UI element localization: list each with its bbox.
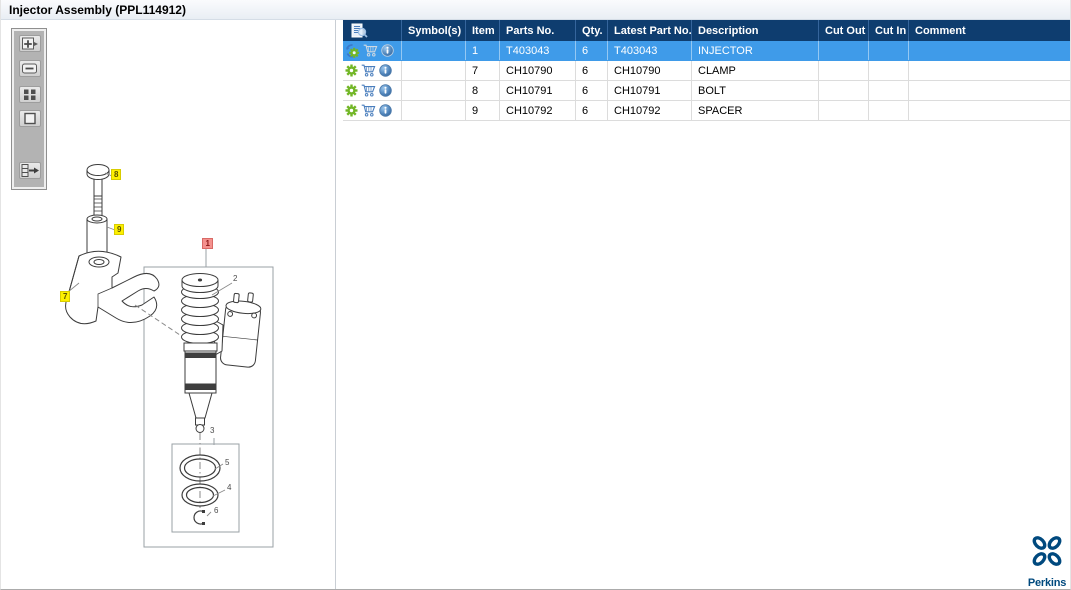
add-to-cart-icon[interactable] — [361, 104, 376, 117]
part-info-icon[interactable] — [379, 104, 392, 117]
column-header-cut-in: Cut In — [868, 20, 908, 41]
toggle-panel-button[interactable] — [19, 162, 41, 179]
cell-cut-in — [868, 41, 908, 60]
cell-symbols — [401, 41, 465, 60]
select-part-gear-icon[interactable] — [345, 64, 358, 77]
cell-cut-out — [818, 101, 868, 120]
row-tools-cell — [343, 61, 401, 80]
table-row[interactable]: 7 CH10790 6 CH10790 CLAMP — [343, 61, 1070, 81]
callout-5[interactable]: 5 — [225, 458, 229, 467]
callout-7[interactable]: 7 — [60, 291, 71, 302]
callout-3[interactable]: 3 — [210, 426, 214, 435]
zoom-out-button[interactable] — [19, 60, 41, 77]
diagram-panel: 8 9 7 1 2 3 5 4 6 — [1, 20, 336, 589]
column-header-item: Item — [465, 20, 499, 41]
add-to-cart-icon[interactable] — [363, 44, 378, 57]
part-info-icon[interactable] — [381, 44, 394, 57]
fit-page-icon — [24, 112, 36, 125]
cell-item: 1 — [465, 41, 499, 60]
fit-page-button[interactable] — [19, 110, 41, 127]
column-header-qty: Qty. — [575, 20, 607, 41]
perkins-logo-icon — [1032, 536, 1062, 566]
add-to-cart-icon[interactable] — [361, 84, 376, 97]
toggle-panel-icon — [21, 164, 39, 177]
perkins-logo: Perkins — [1025, 533, 1069, 589]
row-tools-cell — [343, 81, 401, 100]
exploded-parts-drawing — [65, 164, 274, 548]
cell-symbols — [401, 101, 465, 120]
column-header-description: Description — [691, 20, 818, 41]
table-header-row: Symbol(s) Item Parts No. Qty. Latest Par… — [343, 20, 1070, 41]
add-to-cart-icon[interactable] — [361, 64, 376, 77]
cell-parts-no: CH10791 — [499, 81, 575, 100]
cell-cut-out — [818, 61, 868, 80]
zoom-region-icon — [24, 89, 36, 100]
cell-item: 9 — [465, 101, 499, 120]
page-title: Injector Assembly (PPL114912) — [9, 3, 186, 17]
cell-cut-in — [868, 61, 908, 80]
cell-qty: 6 — [575, 41, 607, 60]
callout-4[interactable]: 4 — [227, 483, 231, 492]
table-row[interactable]: 9 CH10792 6 CH10792 SPACER — [343, 101, 1070, 121]
titlebar: Injector Assembly (PPL114912) — [1, 0, 1070, 20]
table-row[interactable]: 8 CH10791 6 CH10791 BOLT — [343, 81, 1070, 101]
cell-latest-part-no: CH10791 — [607, 81, 691, 100]
row-tools-cell — [343, 41, 401, 60]
cell-description: CLAMP — [691, 61, 818, 80]
cell-symbols — [401, 61, 465, 80]
callout-9[interactable]: 9 — [114, 224, 125, 235]
image-view-icon[interactable] — [351, 23, 368, 39]
cell-item: 7 — [465, 61, 499, 80]
cell-description: BOLT — [691, 81, 818, 100]
column-header-symbols: Symbol(s) — [401, 20, 465, 41]
cell-latest-part-no: CH10790 — [607, 61, 691, 80]
callout-6[interactable]: 6 — [214, 506, 218, 515]
callout-2[interactable]: 2 — [233, 274, 237, 283]
part-info-icon[interactable] — [379, 84, 392, 97]
parts-catalog-window: Injector Assembly (PPL114912) 8 9 7 1 2 … — [0, 0, 1071, 590]
cell-cut-in — [868, 101, 908, 120]
column-header-cut-out: Cut Out — [818, 20, 868, 41]
cell-latest-part-no: T403043 — [607, 41, 691, 60]
column-header-tools — [343, 20, 401, 41]
zoom-in-button[interactable] — [19, 35, 41, 52]
column-header-comment: Comment — [908, 20, 1070, 41]
cell-comment — [908, 41, 1070, 60]
row-tools-cell — [343, 101, 401, 120]
select-part-gear-icon[interactable] — [345, 43, 360, 58]
column-header-parts-no: Parts No. — [499, 20, 575, 41]
cell-qty: 6 — [575, 101, 607, 120]
cell-cut-in — [868, 81, 908, 100]
cell-parts-no: T403043 — [499, 41, 575, 60]
callout-1[interactable]: 1 — [202, 238, 214, 249]
column-header-latest-part-no: Latest Part No. — [607, 20, 691, 41]
cell-description: INJECTOR — [691, 41, 818, 60]
cell-cut-out — [818, 41, 868, 60]
cell-qty: 6 — [575, 61, 607, 80]
cell-comment — [908, 61, 1070, 80]
cell-description: SPACER — [691, 101, 818, 120]
select-part-gear-icon[interactable] — [345, 104, 358, 117]
view-toolbar — [11, 28, 47, 190]
zoom-region-button[interactable] — [19, 86, 41, 103]
cell-comment — [908, 101, 1070, 120]
perkins-wordmark: Perkins — [1027, 577, 1067, 589]
cell-latest-part-no: CH10792 — [607, 101, 691, 120]
zoom-out-icon — [22, 63, 37, 74]
table-row[interactable]: 1 T403043 6 T403043 INJECTOR — [343, 41, 1070, 61]
cell-parts-no: CH10790 — [499, 61, 575, 80]
cell-comment — [908, 81, 1070, 100]
part-info-icon[interactable] — [379, 64, 392, 77]
cell-symbols — [401, 81, 465, 100]
cell-cut-out — [818, 81, 868, 100]
cell-item: 8 — [465, 81, 499, 100]
parts-table: Symbol(s) Item Parts No. Qty. Latest Par… — [343, 20, 1070, 121]
cell-qty: 6 — [575, 81, 607, 100]
zoom-in-icon — [22, 37, 38, 50]
select-part-gear-icon[interactable] — [345, 84, 358, 97]
callout-8[interactable]: 8 — [111, 169, 122, 180]
cell-parts-no: CH10792 — [499, 101, 575, 120]
